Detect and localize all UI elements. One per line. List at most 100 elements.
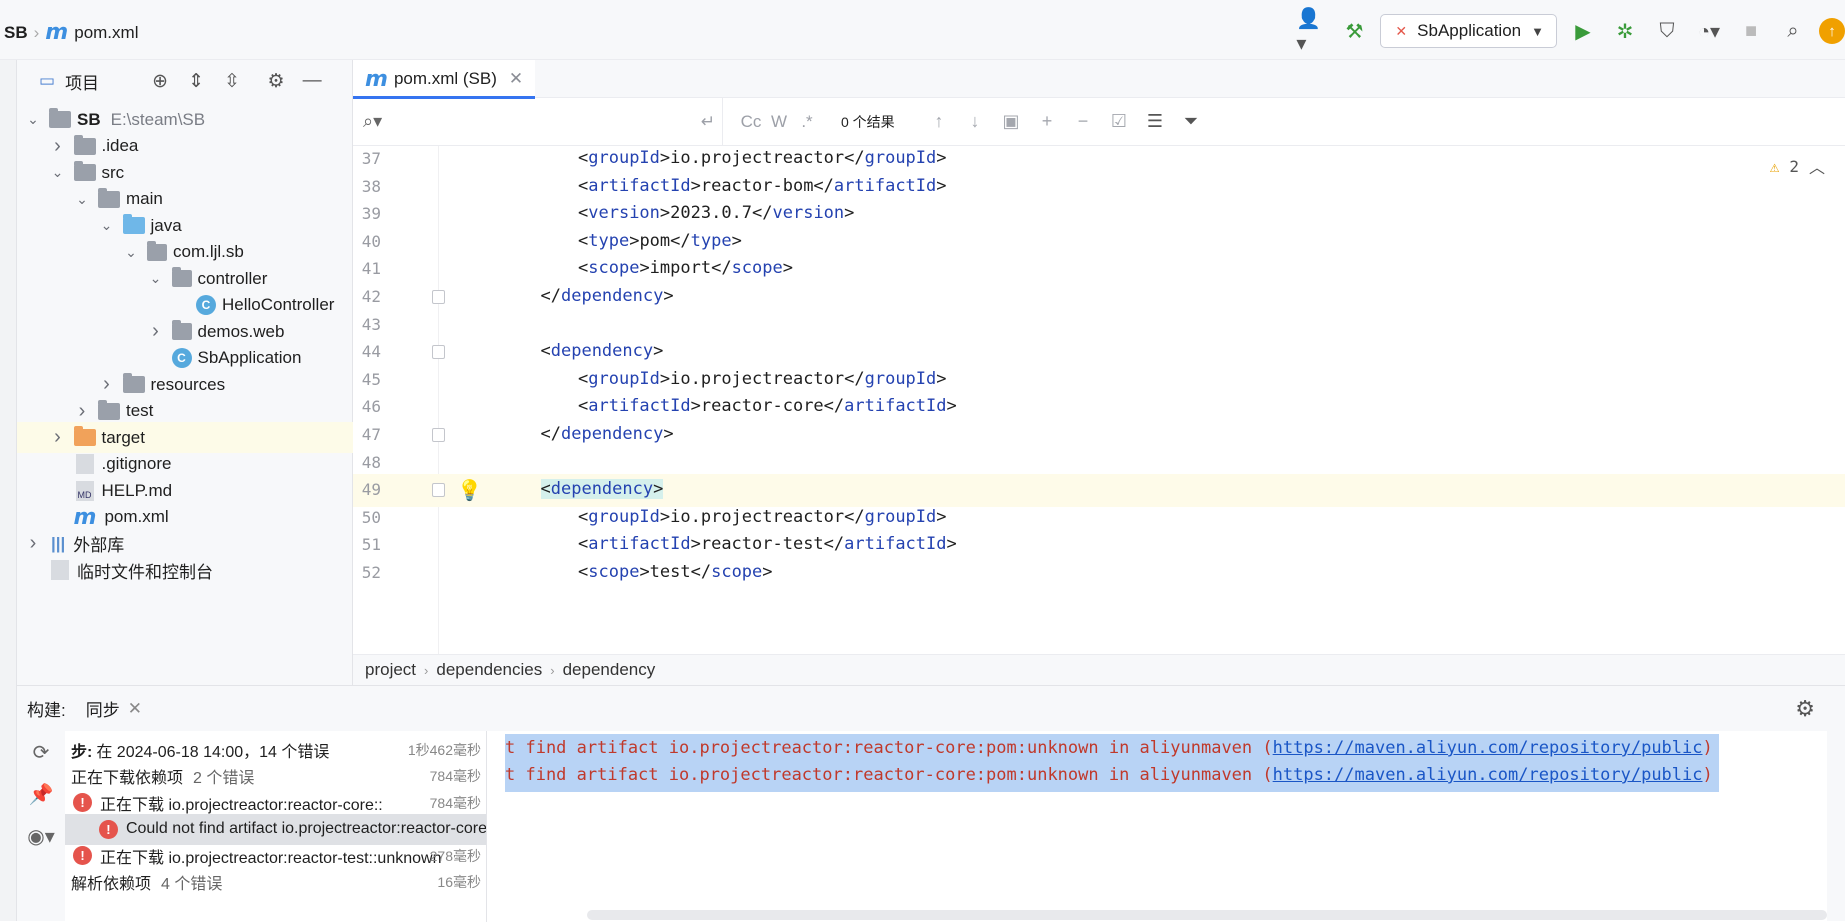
chevron-down-icon[interactable]: ⌄ bbox=[146, 270, 166, 287]
build-output[interactable]: t find artifact io.projectreactor:reacto… bbox=[487, 731, 1827, 922]
new-line-icon[interactable]: ↵ bbox=[694, 112, 722, 132]
tab-pom-xml[interactable]: m pom.xml (SB) ✕ bbox=[353, 60, 536, 99]
xml-text: > bbox=[936, 506, 947, 527]
xml-text: < bbox=[540, 479, 551, 500]
arrow-down-icon[interactable]: ↓ bbox=[957, 111, 993, 132]
gear-icon[interactable]: ⚙ bbox=[263, 68, 289, 94]
chevron-down-icon[interactable]: ⌄ bbox=[48, 164, 68, 181]
select-all-icon[interactable]: ☑ bbox=[1101, 111, 1137, 132]
coverage-shield-icon[interactable]: ⛉ bbox=[1651, 15, 1683, 47]
run-configuration-select[interactable]: ✕ SbApplication ▼ bbox=[1380, 14, 1557, 48]
chevron-up-icon[interactable]: ︿ bbox=[1809, 154, 1825, 178]
chevron-down-icon[interactable]: ⌄ bbox=[97, 217, 117, 234]
pin-icon[interactable]: 📌 bbox=[17, 773, 65, 815]
chevron-right-icon[interactable]: › bbox=[97, 373, 117, 396]
run-icon[interactable]: ▶ bbox=[1567, 15, 1599, 47]
xml-tag-name: groupId bbox=[588, 506, 660, 527]
collapse-all-icon[interactable]: ⇳ bbox=[219, 68, 245, 94]
build-tree-row[interactable]: 解析依赖项 4 个错误 16毫秒 bbox=[65, 867, 486, 898]
xml-tag-name: version bbox=[772, 203, 845, 224]
line-number: 50 bbox=[361, 507, 381, 527]
warning-icon: ⚠ bbox=[1769, 156, 1780, 176]
output-line[interactable]: t find artifact io.projectreactor:reacto… bbox=[505, 761, 1719, 792]
tree-item-label: pom.xml bbox=[104, 507, 169, 526]
repository-link[interactable]: https://maven.aliyun.com/repository/publ… bbox=[1273, 738, 1703, 758]
project-panel-title[interactable]: 项目 bbox=[65, 69, 99, 94]
filter-options-icon[interactable]: ☰ bbox=[1137, 111, 1173, 132]
add-selection-icon[interactable]: + bbox=[1029, 111, 1065, 132]
search-icon[interactable]: ⌕ bbox=[1777, 15, 1809, 47]
xml-text: < bbox=[578, 506, 589, 527]
funnel-filter-icon[interactable]: ⏷ bbox=[1173, 111, 1209, 132]
fold-marker-icon[interactable] bbox=[432, 428, 445, 442]
find-input[interactable]: ⌕▾ ↵ bbox=[353, 97, 723, 146]
xml-tag-name: groupId bbox=[864, 148, 937, 168]
xml-text: > bbox=[653, 341, 664, 362]
tree-item-label: target bbox=[101, 427, 145, 447]
maven-file-icon: m bbox=[73, 504, 97, 530]
expand-all-icon[interactable]: ⇕ bbox=[183, 68, 209, 94]
horizontal-scrollbar[interactable] bbox=[587, 910, 1827, 920]
tree-item-label: demos.web bbox=[197, 321, 285, 341]
chevron-down-icon[interactable]: ⌄ bbox=[72, 191, 92, 208]
update-badge-icon[interactable]: ↑ bbox=[1819, 18, 1845, 44]
folder-icon bbox=[73, 134, 96, 155]
lightbulb-icon[interactable]: 💡 bbox=[457, 478, 482, 502]
chevron-down-icon[interactable]: ⌄ bbox=[121, 244, 141, 261]
xml-tag-name: dependency bbox=[550, 479, 654, 500]
repository-link[interactable]: https://maven.aliyun.com/repository/publ… bbox=[1273, 765, 1703, 785]
gear-icon[interactable]: ⚙ bbox=[1795, 696, 1815, 722]
code-text: <groupId>io.projectreactor</groupId> bbox=[578, 507, 947, 527]
user-account-icon[interactable]: 👤▾ bbox=[1296, 8, 1328, 55]
xml-tag-name: groupId bbox=[588, 368, 660, 389]
fold-marker-icon[interactable] bbox=[432, 290, 445, 304]
build-row-duration: 784毫秒 bbox=[429, 794, 481, 811]
fold-marker-icon[interactable] bbox=[432, 345, 445, 360]
select-all-occurrences-icon[interactable]: ▣ bbox=[993, 111, 1029, 132]
stop-icon[interactable]: ■ bbox=[1735, 15, 1767, 47]
current-file-name[interactable]: pom.xml bbox=[74, 23, 138, 43]
xml-tag-name: scope bbox=[588, 258, 640, 279]
fold-marker-icon[interactable] bbox=[432, 483, 445, 498]
xml-tag-name: artifactId bbox=[588, 175, 691, 196]
line-number: 41 bbox=[361, 259, 381, 279]
refresh-icon[interactable]: ⟳ bbox=[17, 731, 65, 773]
chevron-right-icon[interactable]: › bbox=[72, 400, 92, 423]
breadcrumb-item[interactable]: dependency bbox=[563, 660, 656, 680]
tree-item[interactable]: 临时文件和控制台 bbox=[17, 555, 353, 586]
chevron-right-icon[interactable]: › bbox=[23, 532, 43, 555]
library-icon: ||| bbox=[51, 533, 66, 553]
breadcrumb-item[interactable]: project bbox=[365, 660, 416, 680]
arrow-up-icon[interactable]: ↑ bbox=[921, 111, 957, 132]
output-text: t find artifact io.projectreactor:reacto… bbox=[505, 738, 1273, 758]
chevron-right-icon[interactable]: › bbox=[48, 426, 68, 449]
tab-sync[interactable]: 同步 ✕ bbox=[69, 696, 161, 737]
breadcrumb-item[interactable]: dependencies bbox=[436, 660, 542, 680]
project-name[interactable]: SB bbox=[4, 23, 28, 43]
code-text: <scope>import</scope> bbox=[578, 258, 793, 278]
eye-icon[interactable]: ◉▾ bbox=[17, 815, 65, 857]
locate-target-icon[interactable]: ⊕ bbox=[147, 68, 173, 94]
minimize-icon[interactable]: — bbox=[299, 68, 325, 94]
line-number: 51 bbox=[361, 535, 381, 555]
code-line[interactable]: 52 <scope>test</scope> bbox=[353, 557, 1845, 590]
inspection-widget[interactable]: ⚠ 2 ︿ bbox=[1770, 154, 1825, 178]
xml-text: < bbox=[578, 562, 589, 582]
xml-text: > bbox=[844, 203, 855, 224]
regex-toggle[interactable]: .* bbox=[793, 112, 821, 132]
close-icon[interactable]: ✕ bbox=[128, 699, 142, 719]
match-case-toggle[interactable]: Cc bbox=[737, 112, 765, 132]
whole-words-toggle[interactable]: W bbox=[765, 112, 793, 132]
debug-bug-icon[interactable]: ✲ bbox=[1609, 15, 1641, 47]
close-icon[interactable]: ✕ bbox=[509, 69, 523, 89]
profile-icon[interactable]: ◔▾ bbox=[1693, 15, 1725, 47]
remove-selection-icon[interactable]: − bbox=[1065, 111, 1101, 132]
build-panel-header: 构建: 同步 ✕ ⚙ bbox=[17, 686, 1845, 737]
chevron-right-icon[interactable]: › bbox=[48, 135, 68, 158]
chevron-down-icon[interactable]: ⌄ bbox=[23, 111, 43, 128]
chevron-right-icon[interactable]: › bbox=[146, 320, 166, 343]
build-hammer-icon[interactable]: ⚒ bbox=[1338, 15, 1370, 47]
code-editor[interactable]: 37 <groupId>io.projectreactor</groupId> 38… bbox=[353, 146, 1845, 654]
xml-tag-name: scope bbox=[588, 562, 640, 582]
code-text: <groupId>io.projectreactor</groupId> bbox=[578, 369, 947, 389]
